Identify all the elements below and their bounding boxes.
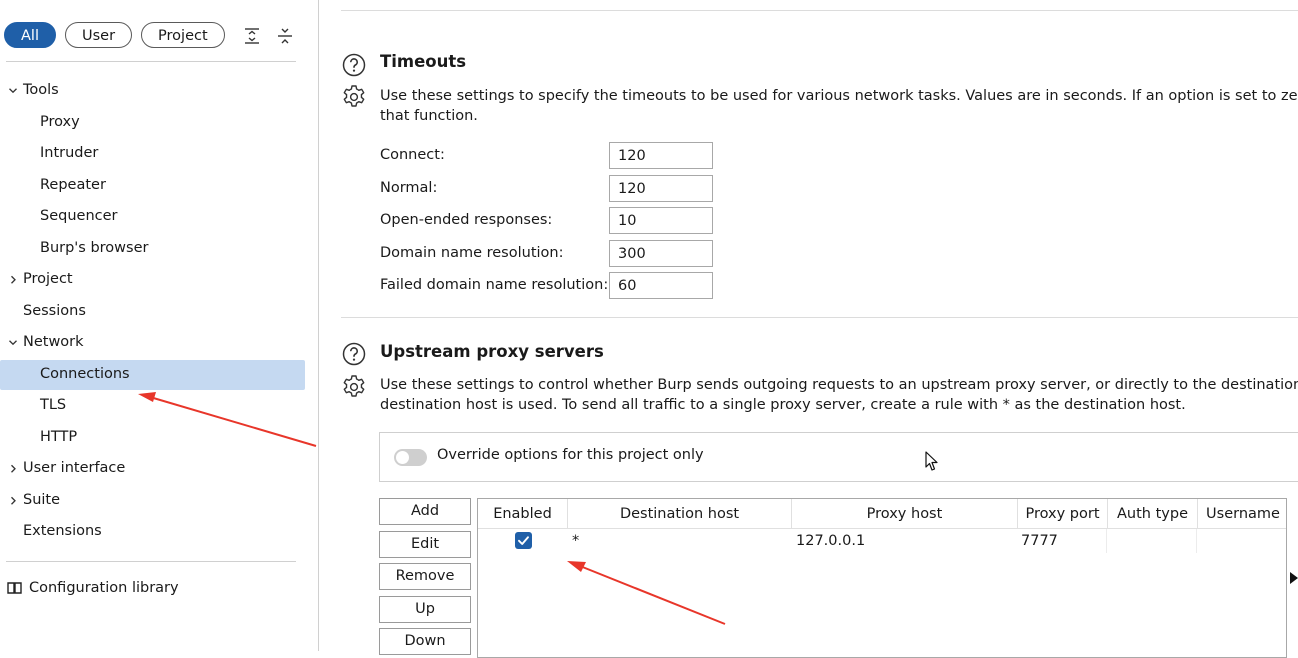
filter-user-button[interactable]: User [64, 22, 133, 48]
toggle-knob [396, 451, 409, 464]
tree-item-sessions[interactable]: Sessions [0, 296, 318, 328]
column-header-enabled[interactable]: Enabled [478, 499, 568, 529]
column-header-proxy-port[interactable]: Proxy port [1018, 499, 1108, 529]
tree-item-extensions[interactable]: Extensions [0, 516, 318, 548]
scope-filter: All User Project [4, 22, 225, 48]
upstream-description-cont: destination host is used. To send all tr… [380, 397, 1186, 413]
chevron-down-icon[interactable] [8, 75, 18, 107]
upstream-proxy-table: Enabled Destination host Proxy host Prox… [477, 498, 1287, 658]
tree-item-label: Extensions [23, 523, 102, 539]
tree-item-repeater[interactable]: Repeater [0, 170, 318, 202]
upstream-title: Upstream proxy servers [380, 342, 604, 361]
add-button[interactable]: Add [379, 498, 471, 525]
tree-item-network[interactable]: Network [0, 327, 318, 359]
tree-item-label: Intruder [40, 145, 99, 161]
tree-item-tls[interactable]: TLS [0, 390, 318, 422]
tree-item-label: Connections [40, 365, 130, 382]
scroll-right-arrow-icon[interactable] [1290, 572, 1298, 584]
connect-timeout-input[interactable] [609, 142, 713, 169]
column-header-destination-host[interactable]: Destination host [568, 499, 792, 529]
mouse-cursor-icon [925, 451, 938, 471]
tree-item-label: TLS [40, 397, 67, 413]
tree-item-label: Tools [23, 82, 59, 98]
normal-timeout-input[interactable] [609, 175, 713, 202]
timeouts-description-cont: that function. [380, 108, 478, 124]
gear-icon[interactable] [341, 374, 367, 400]
book-icon [7, 582, 22, 594]
timeouts-title: Timeouts [380, 52, 467, 71]
tree-item-intruder[interactable]: Intruder [0, 138, 318, 170]
tree-item-label: Burp's browser [40, 239, 149, 256]
remove-button[interactable]: Remove [379, 563, 471, 590]
chevron-right-icon[interactable] [8, 264, 18, 296]
settings-sidebar: All User Project Tools Proxy Intruder Re… [0, 0, 319, 651]
collapse-all-icon[interactable] [275, 26, 295, 46]
tree-item-http[interactable]: HTTP [0, 422, 318, 454]
override-options-panel: Override options for this project only [379, 432, 1298, 482]
tree-item-project[interactable]: Project [0, 264, 318, 296]
tree-item-suite[interactable]: Suite [0, 485, 318, 517]
normal-label: Normal: [380, 180, 438, 196]
sidebar-divider [6, 61, 296, 62]
filter-all-button[interactable]: All [4, 22, 56, 48]
cell-divider [1196, 529, 1197, 553]
failed-dns-timeout-input[interactable] [609, 272, 713, 299]
gear-icon[interactable] [341, 84, 367, 110]
sidebar-divider [6, 561, 296, 562]
connect-label: Connect: [380, 147, 445, 163]
tree-item-label: Proxy [40, 113, 80, 130]
tree-item-user-interface[interactable]: User interface [0, 453, 318, 485]
expand-all-icon[interactable] [242, 26, 262, 46]
tree-item-connections[interactable]: Connections [0, 359, 318, 391]
section-divider [341, 317, 1298, 318]
tree-item-label: Sessions [23, 302, 86, 319]
override-label: Override options for this project only [437, 447, 704, 463]
tree-item-proxy[interactable]: Proxy [0, 107, 318, 139]
help-icon[interactable] [342, 53, 366, 77]
enabled-checkbox[interactable] [515, 532, 532, 549]
cell-destination-host: * [572, 533, 580, 549]
cell-proxy-port: 7777 [1021, 533, 1058, 549]
column-header-auth-type[interactable]: Auth type [1108, 499, 1198, 529]
filter-project-button[interactable]: Project [141, 22, 225, 48]
upstream-description: Use these settings to control whether Bu… [380, 377, 1298, 393]
chevron-right-icon[interactable] [8, 485, 18, 517]
tree-item-label: User interface [23, 460, 126, 476]
tree-item-label: Project [23, 271, 73, 287]
tree-item-label: Repeater [40, 176, 106, 193]
section-divider [341, 10, 1298, 11]
override-toggle[interactable] [394, 449, 427, 466]
tree-item-label: HTTP [40, 428, 78, 445]
tree-item-label: Sequencer [40, 208, 118, 224]
tree-item-label: Network [23, 334, 84, 350]
tree-item-tools[interactable]: Tools [0, 75, 318, 107]
tree-item-label: Suite [23, 491, 61, 508]
dns-timeout-input[interactable] [609, 240, 713, 267]
checkmark-icon [518, 536, 529, 545]
dns-label: Domain name resolution: [380, 245, 564, 261]
chevron-right-icon[interactable] [8, 453, 18, 485]
column-header-proxy-host[interactable]: Proxy host [792, 499, 1018, 529]
failed-dns-label: Failed domain name resolution: [380, 277, 609, 293]
help-icon[interactable] [342, 342, 366, 366]
open-ended-label: Open-ended responses: [380, 212, 553, 228]
configuration-library-label: Configuration library [29, 580, 179, 596]
tree-item-burps-browser[interactable]: Burp's browser [0, 233, 318, 265]
settings-content: Timeouts Use these settings to specify t… [319, 0, 1298, 658]
settings-tree: Tools Proxy Intruder Repeater Sequencer … [0, 75, 318, 548]
cell-proxy-host: 127.0.0.1 [796, 533, 866, 549]
column-header-username[interactable]: Username [1198, 499, 1286, 529]
cell-divider [1106, 529, 1107, 553]
timeouts-description: Use these settings to specify the timeou… [380, 88, 1298, 104]
tree-item-sequencer[interactable]: Sequencer [0, 201, 318, 233]
open-ended-timeout-input[interactable] [609, 207, 713, 234]
chevron-down-icon[interactable] [8, 327, 18, 359]
edit-button[interactable]: Edit [379, 531, 471, 558]
up-button[interactable]: Up [379, 596, 471, 623]
